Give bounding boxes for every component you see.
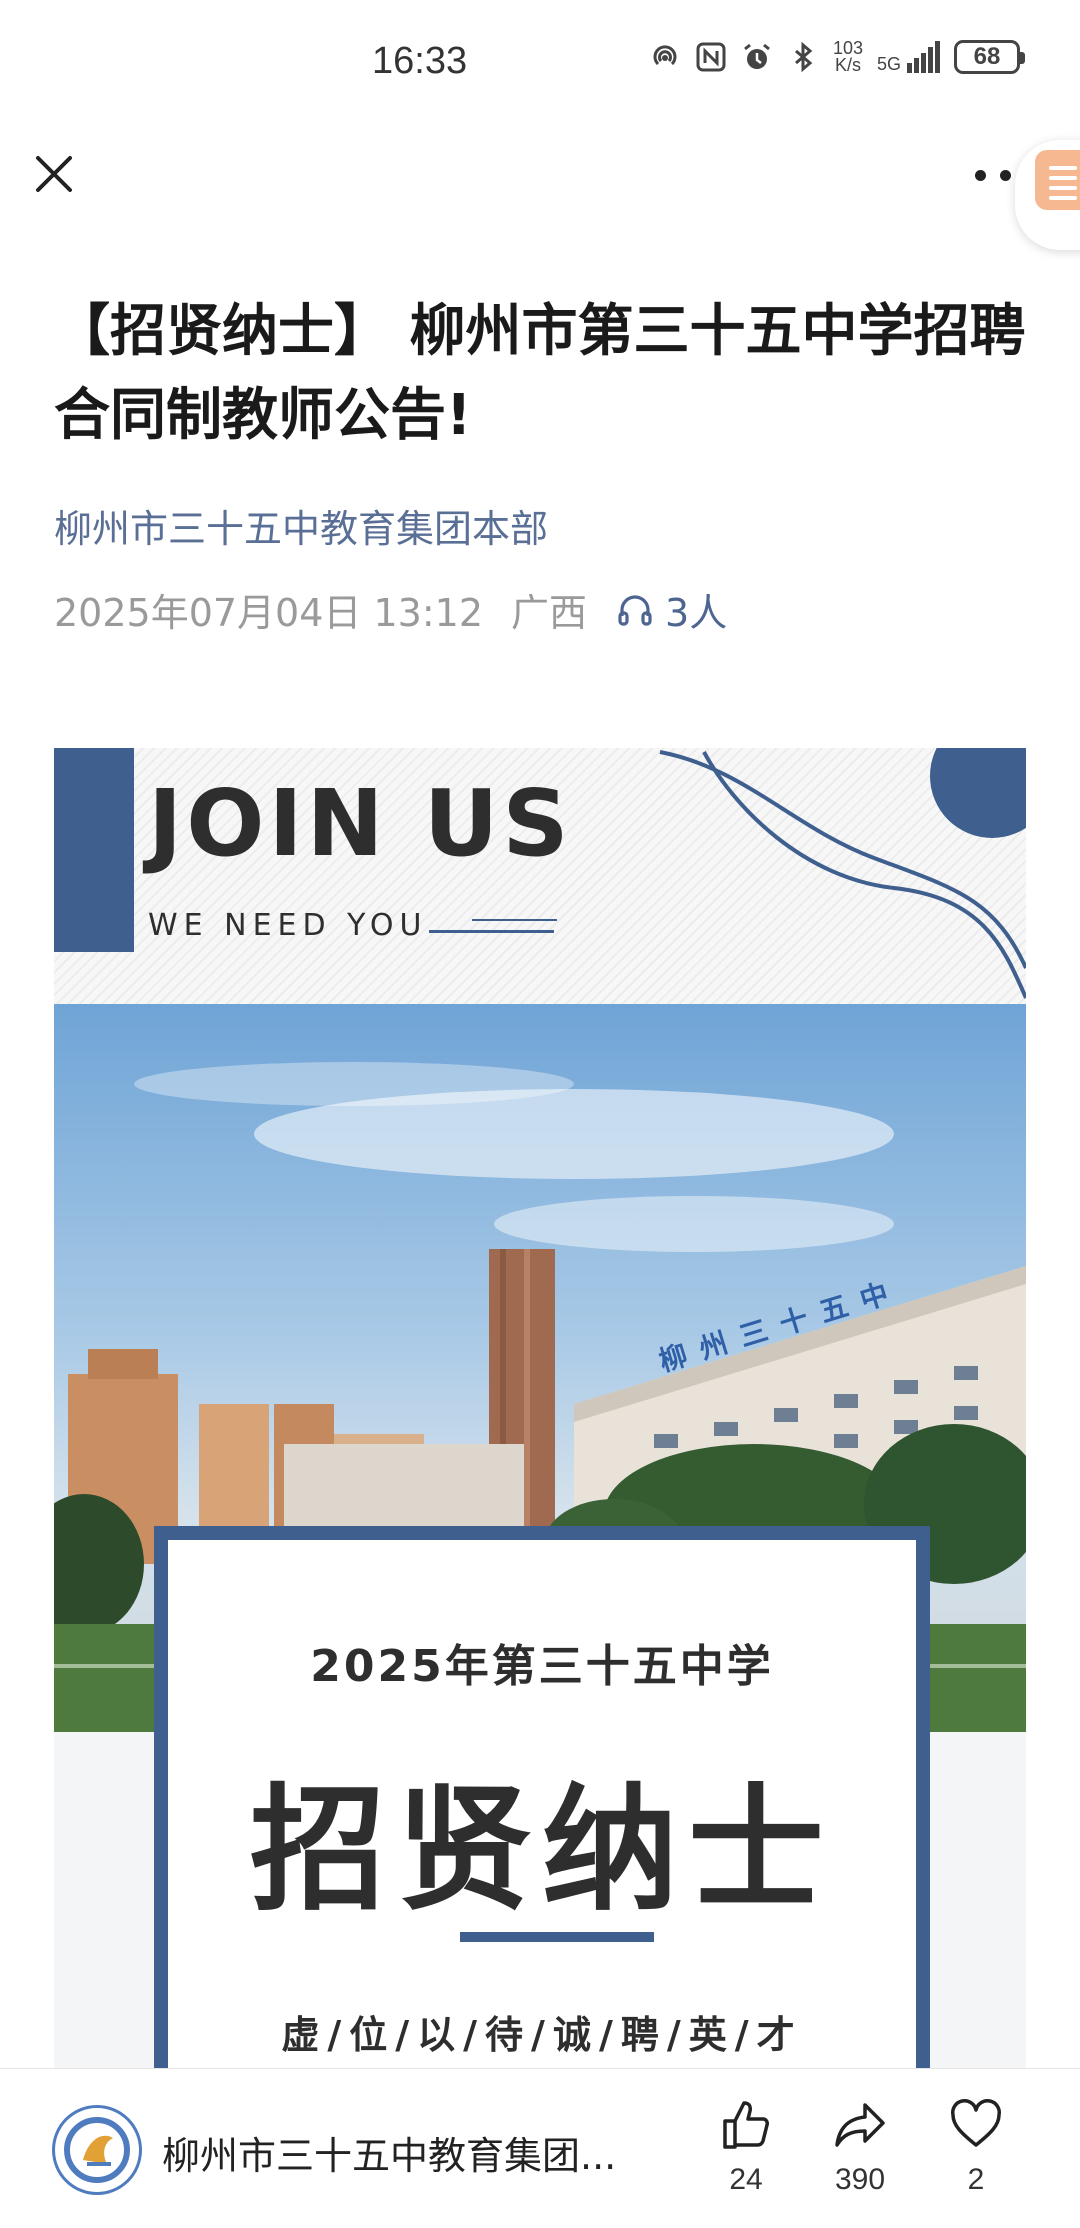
share-count: 390 — [834, 2163, 886, 2196]
favorite-button[interactable]: 2 — [926, 2095, 1026, 2197]
article-title: 【招贤纳士】 柳州市第三十五中学招聘合同制教师公告! — [54, 299, 1026, 448]
like-button[interactable]: 24 — [696, 2095, 796, 2197]
status-icons: 103 K/s 5G 68 — [649, 39, 1025, 75]
net-speed: 103 K/s — [833, 39, 863, 75]
share-icon — [835, 2103, 885, 2147]
net-speed-unit: K/s — [834, 55, 861, 75]
poster-tagline: WE NEED YOU — [148, 908, 428, 943]
article-meta: 2025年07月04日 13:12 广西 3人 — [54, 582, 727, 637]
tagline-rule — [429, 930, 554, 933]
status-bar: 16:33 103 K/s 5G 68 — [0, 0, 1080, 130]
publish-datetime: 2025年07月04日 13:12 — [54, 591, 484, 635]
article-author[interactable]: 柳州市三十五中教育集团本部 — [54, 498, 548, 553]
share-button[interactable]: 390 — [810, 2095, 910, 2197]
recruitment-poster[interactable]: JOIN US WE NEED YOU 柳州三十五中 2025年第三十五中学 招… — [54, 748, 1026, 2068]
bluetooth-icon — [794, 41, 813, 73]
signal-icon: 5G — [877, 41, 940, 73]
battery-level: 68 — [973, 43, 1001, 70]
status-time: 16:33 — [372, 40, 468, 82]
like-count: 24 — [729, 2163, 763, 2196]
alarm-icon — [744, 43, 770, 69]
heart-icon — [950, 2099, 1002, 2147]
wave-decoration — [659, 748, 1026, 999]
thumbs-up-icon — [723, 2101, 769, 2149]
battery-icon: 68 — [954, 40, 1025, 74]
poster-card: 2025年第三十五中学 招贤纳士 虚/位/以/待/诚/聘/英/才 — [154, 1526, 930, 2068]
poster-card-title: 招贤纳士 — [250, 1772, 834, 1930]
poster-header: JOIN US WE NEED YOU — [54, 748, 1026, 1004]
close-icon[interactable] — [30, 150, 78, 198]
poster-card-subtitle: 2025年第三十五中学 — [310, 1641, 774, 1692]
poster-headline: JOIN US — [148, 770, 573, 877]
bottom-action-bar: 柳州市三十五中教育集团... 24 390 2 — [0, 2068, 1080, 2228]
nfc-icon — [696, 42, 726, 72]
listen-button[interactable]: 3人 — [615, 582, 727, 637]
tagline-rule-short — [472, 919, 557, 921]
hotspot-icon — [653, 45, 677, 66]
headphone-icon — [618, 594, 652, 626]
favorite-count: 2 — [967, 2163, 985, 2196]
account-avatar[interactable] — [52, 2105, 142, 2195]
floating-reader-widget[interactable] — [1015, 140, 1080, 250]
publish-location: 广西 — [511, 591, 588, 635]
account-name[interactable]: 柳州市三十五中教育集团... — [162, 2125, 642, 2180]
network-type: 5G — [876, 54, 901, 74]
poster-card-slogan: 虚/位/以/待/诚/聘/英/才 — [281, 2013, 803, 2057]
listener-count: 3人 — [665, 591, 728, 635]
poster-card-rule — [460, 1932, 654, 1942]
reader-list-icon — [1035, 150, 1080, 210]
poster-accent-bar — [54, 748, 134, 952]
